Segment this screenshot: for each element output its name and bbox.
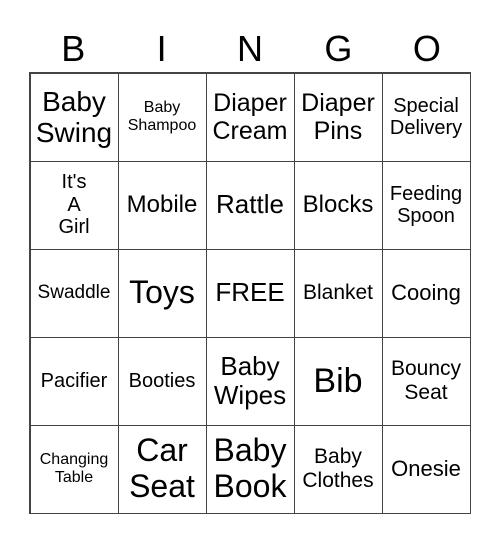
bingo-cell[interactable]: Bib — [293, 336, 383, 426]
bingo-cell[interactable]: Cooing — [381, 248, 471, 338]
bingo-cell[interactable]: Feeding Spoon — [381, 160, 471, 250]
bingo-cell[interactable]: Baby Wipes — [205, 336, 295, 426]
bingo-cell[interactable]: Diaper Pins — [293, 72, 383, 162]
bingo-cell[interactable]: Onesie — [381, 424, 471, 514]
header-letter-n: N — [237, 28, 264, 69]
header-letter-o: O — [412, 28, 441, 69]
bingo-cell[interactable]: Mobile — [117, 160, 207, 250]
bingo-cell[interactable]: Rattle — [205, 160, 295, 250]
bingo-cell[interactable]: Changing Table — [29, 424, 119, 514]
header-letter-b: B — [61, 28, 86, 69]
bingo-grid: Baby Swing Baby Shampoo Diaper Cream Diaper… — [29, 72, 471, 514]
bingo-cell[interactable]: Special Delivery — [381, 72, 471, 162]
bingo-header: B I N G O — [29, 26, 471, 72]
bingo-cell[interactable]: Blocks — [293, 160, 383, 250]
header-letter-g: G — [324, 28, 353, 69]
free-space[interactable]: FREE — [205, 248, 295, 338]
bingo-cell[interactable]: Toys — [117, 248, 207, 338]
bingo-cell[interactable]: Booties — [117, 336, 207, 426]
bingo-cell[interactable]: It's A Girl — [29, 160, 119, 250]
bingo-cell[interactable]: Car Seat — [117, 424, 207, 514]
bingo-cell[interactable]: Blanket — [293, 248, 383, 338]
bingo-cell[interactable]: Diaper Cream — [205, 72, 295, 162]
bingo-cell[interactable]: Baby Clothes — [293, 424, 383, 514]
bingo-cell[interactable]: Bouncy Seat — [381, 336, 471, 426]
bingo-cell[interactable]: Baby Swing — [29, 72, 119, 162]
bingo-cell[interactable]: Pacifier — [29, 336, 119, 426]
bingo-cell[interactable]: Baby Book — [205, 424, 295, 514]
header-letter-i: I — [156, 28, 167, 69]
bingo-cell[interactable]: Baby Shampoo — [117, 72, 207, 162]
bingo-cell[interactable]: Swaddle — [29, 248, 119, 338]
